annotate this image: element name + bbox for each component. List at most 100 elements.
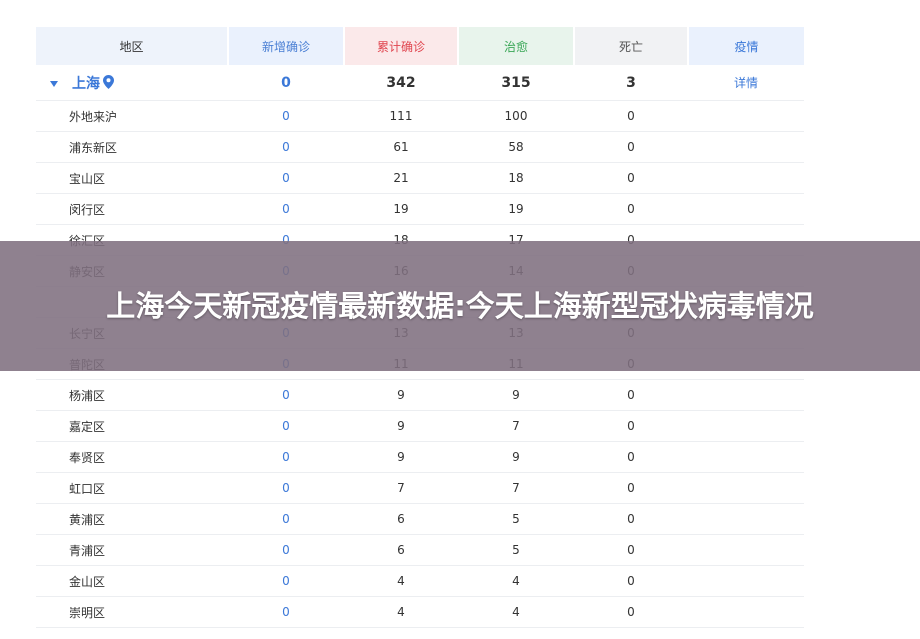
district-name: 崇明区 <box>36 596 228 628</box>
district-name: 嘉定区 <box>36 410 228 442</box>
district-info <box>688 534 804 566</box>
district-dead: 0 <box>574 441 688 473</box>
district-info <box>688 596 804 628</box>
district-cured: 4 <box>458 596 574 628</box>
table-row: 浦东新区 0 61 58 0 <box>36 131 804 163</box>
district-total: 4 <box>344 596 458 628</box>
district-dead: 0 <box>574 472 688 504</box>
district-name: 闵行区 <box>36 193 228 225</box>
district-total: 4 <box>344 565 458 597</box>
district-dead: 0 <box>574 534 688 566</box>
district-cured: 5 <box>458 503 574 535</box>
table-row: 崇明区 0 4 4 0 <box>36 596 804 628</box>
district-dead: 0 <box>574 565 688 597</box>
district-total: 61 <box>344 131 458 163</box>
district-new: 0 <box>228 162 344 194</box>
table-row: 奉贤区 0 9 9 0 <box>36 441 804 473</box>
district-new: 0 <box>228 131 344 163</box>
district-cured: 100 <box>458 100 574 132</box>
district-dead: 0 <box>574 379 688 411</box>
province-new: 0 <box>228 65 344 101</box>
district-name: 虹口区 <box>36 472 228 504</box>
header-total-confirmed[interactable]: 累计确诊 <box>344 27 459 65</box>
table-row: 外地来沪 0 111 100 0 <box>36 100 804 132</box>
district-new: 0 <box>228 565 344 597</box>
district-cured: 58 <box>458 131 574 163</box>
district-total: 111 <box>344 100 458 132</box>
province-row[interactable]: 上海 0 342 315 3 详情 <box>36 65 804 101</box>
district-total: 19 <box>344 193 458 225</box>
district-total: 21 <box>344 162 458 194</box>
district-info <box>688 410 804 442</box>
district-info <box>688 100 804 132</box>
details-link[interactable]: 详情 <box>688 65 804 101</box>
table-row: 青浦区 0 6 5 0 <box>36 534 804 566</box>
district-dead: 0 <box>574 131 688 163</box>
table-header-row: 地区 新增确诊 累计确诊 治愈 死亡 疫情 <box>36 27 804 65</box>
banner-title: 上海今天新冠疫情最新数据:今天上海新型冠状病毒情况 <box>106 288 814 323</box>
district-name: 宝山区 <box>36 162 228 194</box>
district-total: 9 <box>344 410 458 442</box>
district-new: 0 <box>228 534 344 566</box>
district-total: 6 <box>344 503 458 535</box>
table-row: 杨浦区 0 9 9 0 <box>36 379 804 411</box>
district-total: 9 <box>344 379 458 411</box>
district-dead: 0 <box>574 193 688 225</box>
table-row: 金山区 0 4 4 0 <box>36 565 804 597</box>
header-new-confirmed[interactable]: 新增确诊 <box>228 27 345 65</box>
title-banner: 上海今天新冠疫情最新数据:今天上海新型冠状病毒情况 <box>0 241 920 371</box>
district-dead: 0 <box>574 100 688 132</box>
header-info[interactable]: 疫情 <box>688 27 804 65</box>
header-cured[interactable]: 治愈 <box>458 27 575 65</box>
district-cured: 18 <box>458 162 574 194</box>
district-total: 6 <box>344 534 458 566</box>
district-new: 0 <box>228 503 344 535</box>
district-dead: 0 <box>574 162 688 194</box>
district-info <box>688 503 804 535</box>
district-new: 0 <box>228 596 344 628</box>
district-cured: 4 <box>458 565 574 597</box>
province-cured: 315 <box>458 65 574 101</box>
district-info <box>688 441 804 473</box>
district-cured: 7 <box>458 410 574 442</box>
district-cured: 9 <box>458 379 574 411</box>
district-name: 外地来沪 <box>36 100 228 132</box>
district-name: 黄浦区 <box>36 503 228 535</box>
table-row: 黄浦区 0 6 5 0 <box>36 503 804 535</box>
district-info <box>688 379 804 411</box>
district-cured: 19 <box>458 193 574 225</box>
district-dead: 0 <box>574 503 688 535</box>
district-new: 0 <box>228 100 344 132</box>
table-row: 虹口区 0 7 7 0 <box>36 472 804 504</box>
table-row: 宝山区 0 21 18 0 <box>36 162 804 194</box>
district-info <box>688 193 804 225</box>
header-deaths[interactable]: 死亡 <box>574 27 689 65</box>
district-dead: 0 <box>574 596 688 628</box>
header-region[interactable]: 地区 <box>36 27 229 65</box>
district-info <box>688 472 804 504</box>
province-cell[interactable]: 上海 <box>36 65 228 101</box>
table-row: 嘉定区 0 9 7 0 <box>36 410 804 442</box>
district-name: 青浦区 <box>36 534 228 566</box>
district-total: 7 <box>344 472 458 504</box>
district-new: 0 <box>228 193 344 225</box>
district-name: 杨浦区 <box>36 379 228 411</box>
district-name: 金山区 <box>36 565 228 597</box>
district-info <box>688 162 804 194</box>
district-new: 0 <box>228 441 344 473</box>
district-cured: 5 <box>458 534 574 566</box>
district-cured: 7 <box>458 472 574 504</box>
province-name: 上海 <box>72 75 100 92</box>
location-pin-icon <box>103 74 114 93</box>
district-cured: 9 <box>458 441 574 473</box>
district-new: 0 <box>228 379 344 411</box>
district-name: 奉贤区 <box>36 441 228 473</box>
district-name: 浦东新区 <box>36 131 228 163</box>
district-info <box>688 565 804 597</box>
district-new: 0 <box>228 410 344 442</box>
province-total: 342 <box>344 65 458 101</box>
district-info <box>688 131 804 163</box>
collapse-caret-icon[interactable] <box>50 80 58 87</box>
district-total: 9 <box>344 441 458 473</box>
province-dead: 3 <box>574 65 688 101</box>
